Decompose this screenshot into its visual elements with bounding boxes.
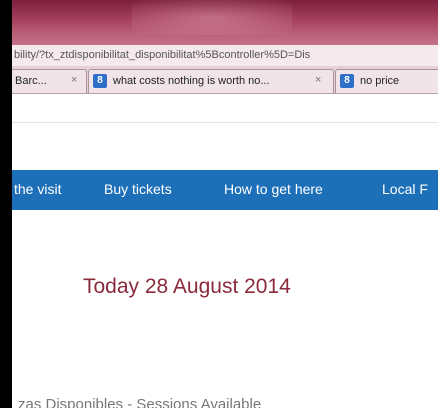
tab-google-search[interactable]: 8 what costs nothing is worth no... × (88, 69, 334, 93)
tab-label: no price (360, 75, 400, 87)
nav-item-buy-tickets[interactable]: Buy tickets (104, 181, 172, 197)
tab-strip: Barc... × 8 what costs nothing is worth … (12, 66, 438, 94)
google-icon: 8 (93, 74, 107, 88)
tab-label: what costs nothing is worth no... (113, 75, 270, 87)
browser-toolbar (12, 94, 438, 123)
site-nav-bar: the visit Buy tickets How to get here Lo… (12, 170, 438, 210)
close-icon[interactable]: × (315, 74, 321, 86)
google-icon: 8 (340, 74, 354, 88)
close-icon[interactable]: × (71, 74, 77, 86)
nav-item-the-visit[interactable]: the visit (14, 181, 61, 197)
sessions-available-heading: zas Disponibles - Sessions Available (18, 396, 262, 408)
nav-item-how-to-get-here[interactable]: How to get here (224, 181, 323, 197)
address-bar-url[interactable]: bility/?tx_ztdisponibilitat_disponibilit… (14, 49, 310, 61)
address-bar[interactable]: bility/?tx_ztdisponibilitat_disponibilit… (12, 45, 438, 67)
browser-window: bility/?tx_ztdisponibilitat_disponibilit… (12, 0, 438, 408)
date-title: Today 28 August 2014 (83, 275, 291, 298)
tab-barcelona[interactable]: Barc... × (12, 69, 87, 93)
tab-no-price[interactable]: 8 no price (335, 69, 438, 93)
tab-label: Barc... (15, 75, 47, 87)
titlebar-glare (132, 0, 292, 35)
nav-item-local[interactable]: Local F (382, 181, 428, 197)
window-titlebar (12, 0, 438, 45)
